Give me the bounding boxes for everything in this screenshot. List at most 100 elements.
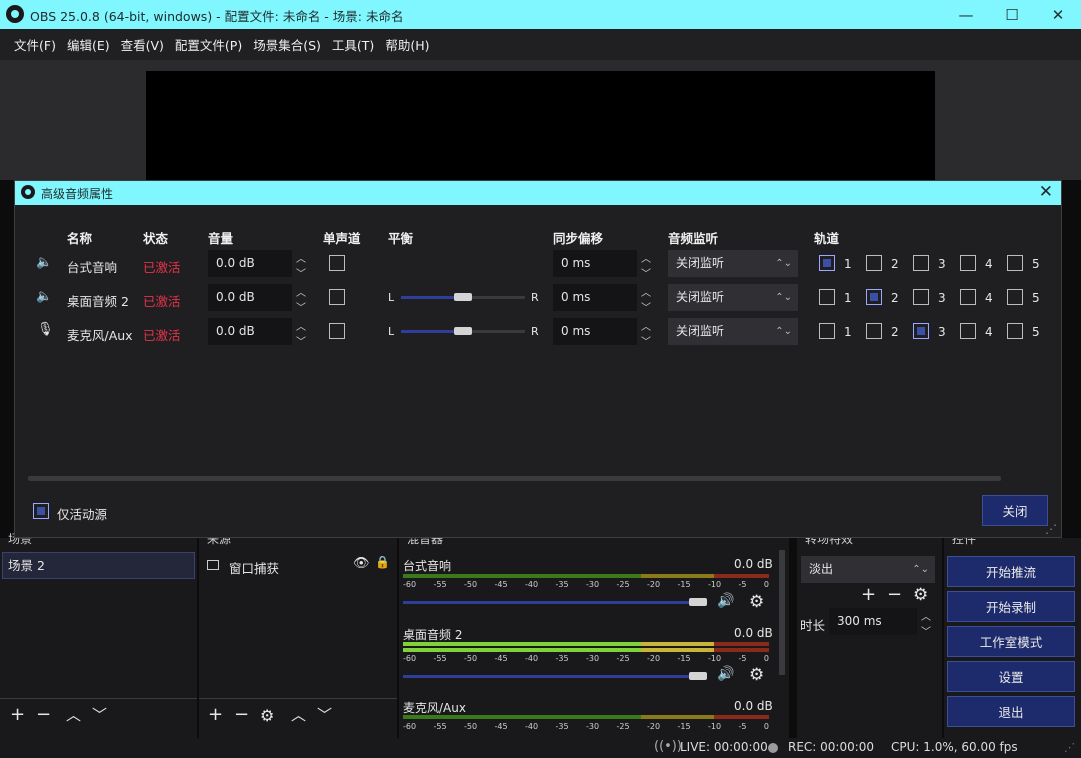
remove-scene-icon[interactable]: − (36, 704, 51, 725)
source-settings-gear-icon[interactable]: ⚙ (260, 706, 274, 725)
track-label: 3 (938, 257, 946, 271)
active-only-checkbox[interactable] (33, 503, 49, 519)
track-label: 1 (844, 291, 852, 305)
controls-dock: 控件 开始推流 开始录制 工作室模式 设置 退出 (944, 532, 1081, 738)
track-1-checkbox[interactable] (819, 255, 835, 271)
track-4-checkbox[interactable] (960, 255, 976, 271)
mixer-gear-icon[interactable]: ⚙ (749, 665, 764, 685)
lock-icon[interactable]: 🔒 (375, 555, 390, 569)
track-2-checkbox[interactable] (866, 323, 882, 339)
resize-grip-icon[interactable]: ⋰ (1064, 741, 1075, 754)
mixer-volume-slider[interactable] (403, 675, 703, 678)
sync-offset-stepper[interactable]: ︿ ﹀ (637, 318, 655, 348)
menu-profile[interactable]: 配置文件(P) (175, 35, 242, 54)
mixer-level-meter (403, 715, 769, 719)
menu-help[interactable]: 帮助(H) (385, 35, 429, 54)
move-down-icon[interactable]: ﹀ (92, 704, 107, 725)
mixer-channel-db: 0.0 dB (734, 626, 773, 640)
source-move-down-icon[interactable]: ﹀ (317, 704, 332, 725)
mute-speaker-icon[interactable]: 🔊 (717, 593, 734, 609)
mixer-volume-handle[interactable] (689, 598, 707, 606)
duration-input[interactable]: 300 ms (829, 608, 917, 635)
monitoring-select[interactable]: 关闭监听 ⌃⌄ (668, 284, 798, 311)
menu-scene-collection[interactable]: 场景集合(S) (253, 35, 321, 54)
mixer-volume-slider[interactable] (403, 601, 703, 604)
remove-source-icon[interactable]: − (234, 704, 249, 725)
studio-mode-button[interactable]: 工作室模式 (947, 626, 1075, 657)
dialog-close-button[interactable]: 关闭 (982, 495, 1048, 526)
track-5-checkbox[interactable] (1007, 289, 1023, 305)
track-label: 5 (1032, 257, 1040, 271)
track-3-checkbox[interactable] (913, 289, 929, 305)
track-1-checkbox[interactable] (819, 323, 835, 339)
minimize-button[interactable]: — (943, 0, 989, 29)
balance-handle[interactable] (454, 327, 472, 335)
balance-handle[interactable] (454, 293, 472, 301)
add-transition-icon[interactable]: + (861, 584, 876, 605)
header-status: 状态 (143, 231, 169, 246)
volume-input[interactable]: 0.0 dB (208, 250, 292, 277)
exit-button[interactable]: 退出 (947, 696, 1075, 727)
close-window-button[interactable]: ✕ (1035, 0, 1081, 29)
add-source-icon[interactable]: + (208, 704, 223, 725)
mono-checkbox[interactable] (329, 323, 345, 339)
move-up-icon[interactable]: ︿ (66, 704, 81, 725)
track-2-checkbox[interactable] (866, 289, 882, 305)
sync-offset-stepper[interactable]: ︿ ﹀ (637, 250, 655, 280)
menu-tools[interactable]: 工具(T) (332, 35, 374, 54)
mono-checkbox[interactable] (329, 289, 345, 305)
track-3-checkbox[interactable] (913, 255, 929, 271)
sync-offset-input[interactable]: 0 ms (553, 250, 637, 277)
duration-stepper[interactable]: ︿ ﹀ (917, 608, 935, 638)
source-item[interactable]: 窗口捕获 (229, 558, 279, 577)
transition-select[interactable]: 淡出 ⌃⌄ (801, 556, 935, 583)
volume-stepper[interactable]: ︿ ﹀ (292, 250, 310, 280)
source-status: 已激活 (143, 260, 181, 275)
track-1-checkbox[interactable] (819, 289, 835, 305)
scenes-dock: 场景 场景 2 + − ︿ ﹀ (0, 532, 197, 738)
track-3-checkbox[interactable] (913, 323, 929, 339)
volume-input[interactable]: 0.0 dB (208, 284, 292, 311)
horizontal-scrollbar[interactable] (28, 476, 1001, 481)
track-2-checkbox[interactable] (866, 255, 882, 271)
maximize-button[interactable]: ☐ (989, 0, 1035, 29)
sync-offset-stepper[interactable]: ︿ ﹀ (637, 284, 655, 314)
source-move-up-icon[interactable]: ︿ (291, 704, 306, 725)
header-mono: 单声道 (323, 231, 361, 246)
start-streaming-button[interactable]: 开始推流 (947, 556, 1075, 587)
speaker-icon: 🔈 (36, 255, 53, 270)
start-recording-button[interactable]: 开始录制 (947, 591, 1075, 622)
sync-offset-input[interactable]: 0 ms (553, 284, 637, 311)
menu-view[interactable]: 查看(V) (121, 35, 164, 54)
track-5-checkbox[interactable] (1007, 255, 1023, 271)
mixer-gear-icon[interactable]: ⚙ (749, 592, 764, 612)
scene-item[interactable]: 场景 2 (2, 552, 195, 579)
visibility-eye-icon[interactable]: 👁 (353, 556, 370, 571)
track-5-checkbox[interactable] (1007, 323, 1023, 339)
sync-offset-input[interactable]: 0 ms (553, 318, 637, 345)
monitoring-select[interactable]: 关闭监听 ⌃⌄ (668, 318, 798, 345)
settings-button[interactable]: 设置 (947, 661, 1075, 692)
mixer-volume-handle[interactable] (689, 672, 707, 680)
add-scene-icon[interactable]: + (10, 704, 25, 725)
preview-canvas[interactable] (146, 71, 935, 181)
obs-logo-icon (6, 5, 24, 23)
obs-logo-icon (21, 185, 35, 199)
track-4-checkbox[interactable] (960, 323, 976, 339)
mute-speaker-icon[interactable]: 🔊 (717, 666, 734, 682)
mono-checkbox[interactable] (329, 255, 345, 271)
monitoring-select[interactable]: 关闭监听 ⌃⌄ (668, 250, 798, 277)
transition-gear-icon[interactable]: ⚙ (913, 585, 928, 605)
volume-stepper[interactable]: ︿ ﹀ (292, 318, 310, 348)
dialog-close-icon[interactable]: ✕ (1039, 182, 1053, 202)
remove-transition-icon[interactable]: − (887, 584, 902, 605)
resize-grip-icon[interactable]: ⋰ (1045, 522, 1057, 536)
menu-file[interactable]: 文件(F) (14, 35, 56, 54)
volume-stepper[interactable]: ︿ ﹀ (292, 284, 310, 314)
menu-edit[interactable]: 编辑(E) (67, 35, 110, 54)
header-sync-offset: 同步偏移 (553, 231, 604, 246)
volume-input[interactable]: 0.0 dB (208, 318, 292, 345)
mixer-scrollbar[interactable] (779, 550, 785, 675)
track-4-checkbox[interactable] (960, 289, 976, 305)
mixer-channel-db: 0.0 dB (734, 699, 773, 713)
